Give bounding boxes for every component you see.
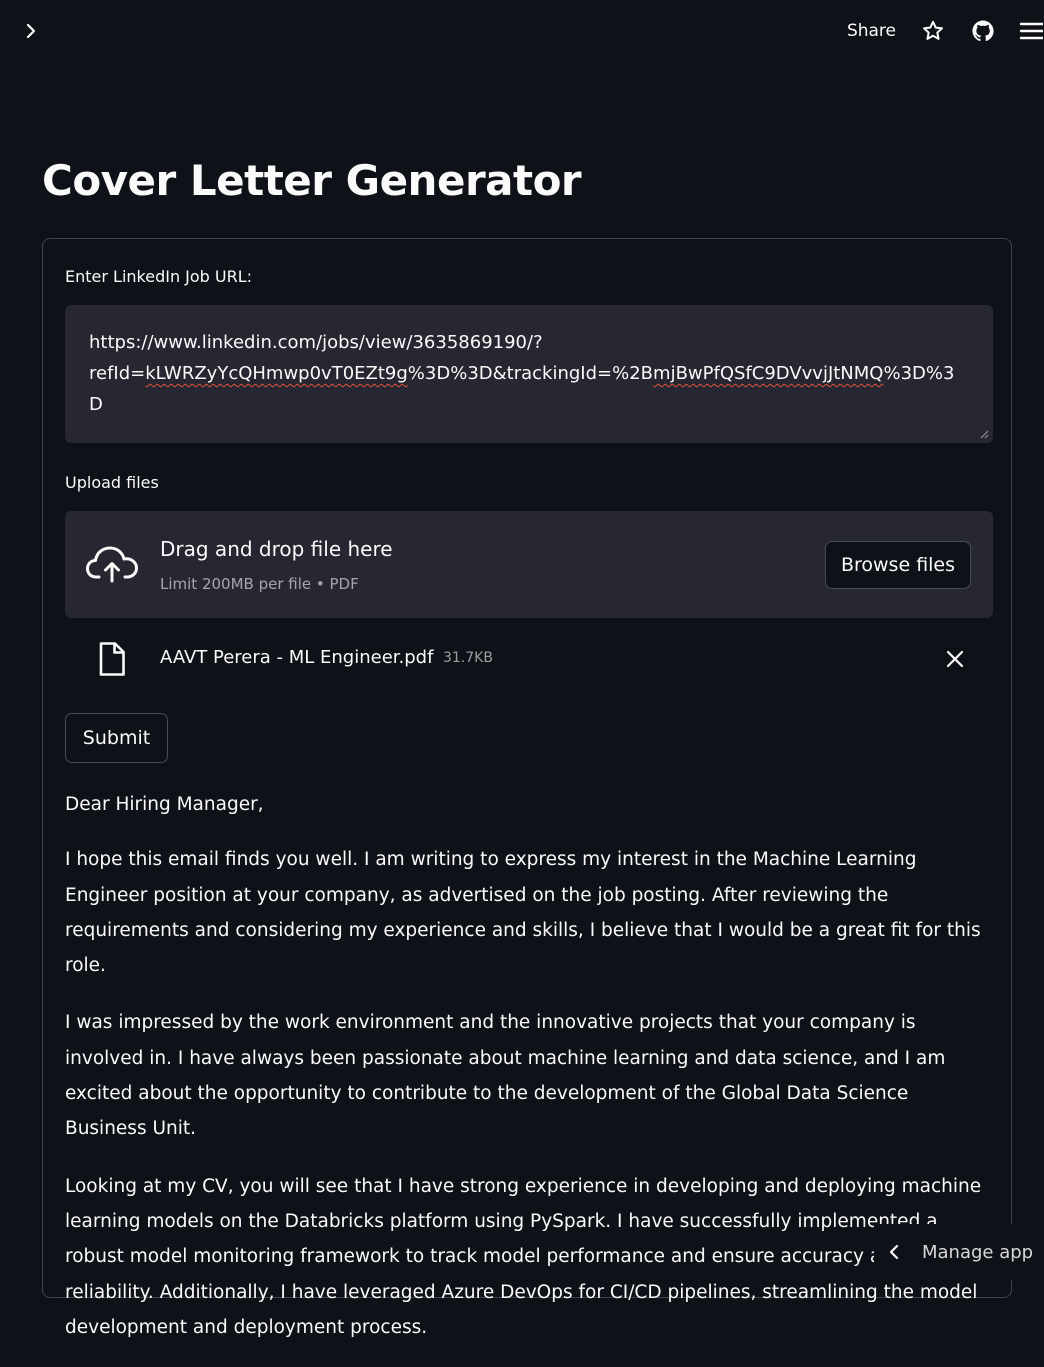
share-button[interactable]: Share bbox=[847, 21, 896, 41]
submit-button[interactable]: Submit bbox=[65, 713, 168, 763]
hamburger-menu-icon[interactable] bbox=[1018, 16, 1044, 46]
resize-handle-icon[interactable] bbox=[979, 429, 989, 439]
manage-app-label: Manage app bbox=[922, 1242, 1033, 1263]
job-url-textarea[interactable]: https://www.linkedin.com/jobs/view/36358… bbox=[65, 305, 993, 443]
cloud-upload-icon bbox=[85, 543, 139, 587]
file-dropzone[interactable]: Drag and drop file here Limit 200MB per … bbox=[65, 511, 993, 618]
letter-salutation: Dear Hiring Manager, bbox=[65, 787, 995, 822]
letter-paragraph: Looking at my CV, you will see that I ha… bbox=[65, 1169, 995, 1345]
letter-paragraph: I was impressed by the work environment … bbox=[65, 1005, 995, 1146]
app-header: Share bbox=[0, 0, 1044, 62]
uploaded-file-row: AAVT Perera - ML Engineer.pdf 31.7KB bbox=[65, 635, 993, 685]
chevron-right-icon[interactable] bbox=[18, 18, 44, 44]
uploaded-file-size: 31.7KB bbox=[443, 650, 493, 666]
github-icon[interactable] bbox=[968, 16, 998, 46]
letter-paragraph: I hope this email finds you well. I am w… bbox=[65, 842, 995, 983]
star-icon[interactable] bbox=[918, 16, 948, 46]
browse-files-button[interactable]: Browse files bbox=[825, 541, 971, 589]
url-text-part: %3D%3 bbox=[883, 363, 954, 384]
header-toolbar: Share bbox=[847, 14, 1044, 48]
dropzone-title: Drag and drop file here bbox=[160, 537, 393, 561]
misspelled-text: mjBwPfQSfC9DVvvjJtNMQ bbox=[653, 363, 883, 384]
chevron-left-icon bbox=[884, 1242, 904, 1262]
page-title: Cover Letter Generator bbox=[42, 156, 581, 205]
upload-field-label: Upload files bbox=[65, 473, 159, 492]
manage-app-button[interactable]: Manage app bbox=[874, 1224, 1044, 1280]
url-text-line-1: https://www.linkedin.com/jobs/view/36358… bbox=[89, 332, 543, 353]
close-icon[interactable] bbox=[941, 645, 969, 673]
misspelled-text: kLWRZyYcQHmwp0vT0EZt9g bbox=[145, 363, 408, 384]
generated-cover-letter: Dear Hiring Manager, I hope this email f… bbox=[65, 787, 995, 1367]
uploaded-file-name: AAVT Perera - ML Engineer.pdf bbox=[160, 647, 433, 668]
cover-letter-form: Enter LinkedIn Job URL: https://www.link… bbox=[42, 238, 1012, 1298]
dropzone-hint: Limit 200MB per file • PDF bbox=[160, 575, 359, 593]
url-text-line-3: D bbox=[89, 394, 103, 415]
url-text-part: refId= bbox=[89, 363, 145, 384]
url-text-part: %3D%3D&trackingId=%2B bbox=[408, 363, 653, 384]
file-icon bbox=[97, 641, 127, 677]
url-field-label: Enter LinkedIn Job URL: bbox=[65, 267, 252, 286]
